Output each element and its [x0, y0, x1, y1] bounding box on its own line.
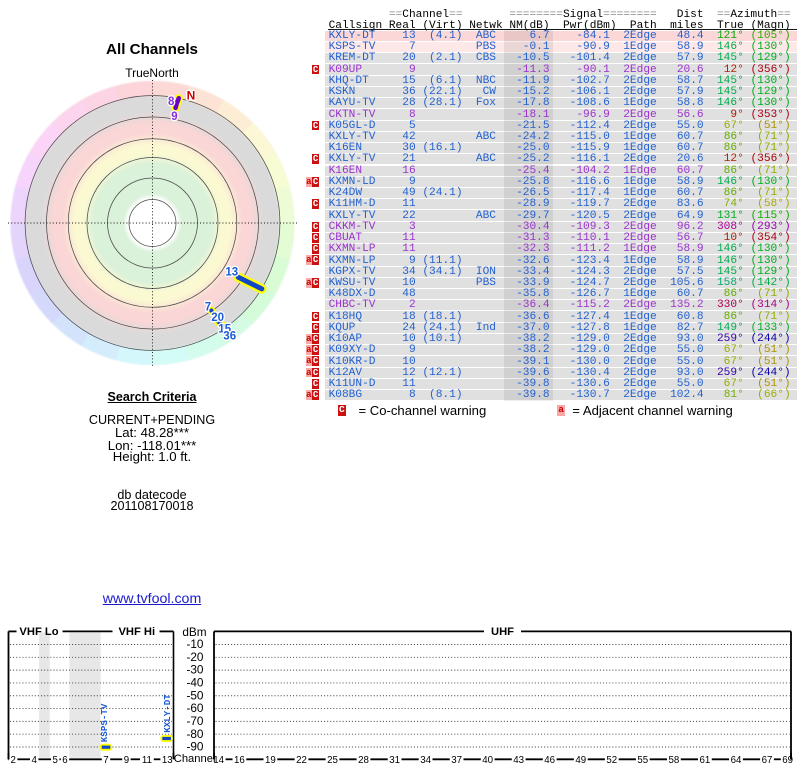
svg-text:9: 9	[124, 755, 129, 766]
svg-text:25: 25	[327, 755, 338, 766]
svg-text:34: 34	[420, 755, 431, 766]
svg-text:11: 11	[142, 755, 152, 766]
svg-text:5: 5	[53, 755, 58, 766]
svg-text:64: 64	[731, 755, 742, 766]
svg-text:2: 2	[11, 755, 16, 766]
svg-text:67: 67	[762, 755, 773, 766]
svg-text:UHF: UHF	[491, 626, 514, 638]
svg-text:28: 28	[358, 755, 369, 766]
svg-text:KXLY-DT: KXLY-DT	[162, 694, 173, 733]
svg-text:Channel: Channel	[174, 753, 216, 765]
svg-text:7: 7	[103, 755, 108, 766]
svg-text:16: 16	[234, 755, 245, 766]
svg-text:-90: -90	[186, 740, 203, 754]
svg-text:22: 22	[296, 755, 307, 766]
svg-text:13: 13	[162, 755, 173, 766]
svg-text:52: 52	[606, 755, 617, 766]
svg-text:61: 61	[700, 755, 711, 766]
svg-text:14: 14	[213, 755, 224, 766]
svg-text:58: 58	[669, 755, 680, 766]
svg-text:49: 49	[575, 755, 586, 766]
svg-text:4: 4	[32, 755, 38, 766]
svg-text:46: 46	[544, 755, 555, 766]
svg-text:VHF Hi: VHF Hi	[118, 626, 155, 638]
svg-text:-60: -60	[186, 701, 203, 715]
svg-text:55: 55	[637, 755, 648, 766]
svg-text:40: 40	[482, 755, 493, 766]
svg-text:6: 6	[62, 755, 67, 766]
svg-text:KSPS-TV: KSPS-TV	[99, 703, 110, 742]
svg-text:31: 31	[389, 755, 400, 766]
svg-text:VHF Lo: VHF Lo	[19, 626, 58, 638]
svg-text:19: 19	[265, 755, 276, 766]
svg-text:37: 37	[451, 755, 462, 766]
svg-text:43: 43	[513, 755, 524, 766]
